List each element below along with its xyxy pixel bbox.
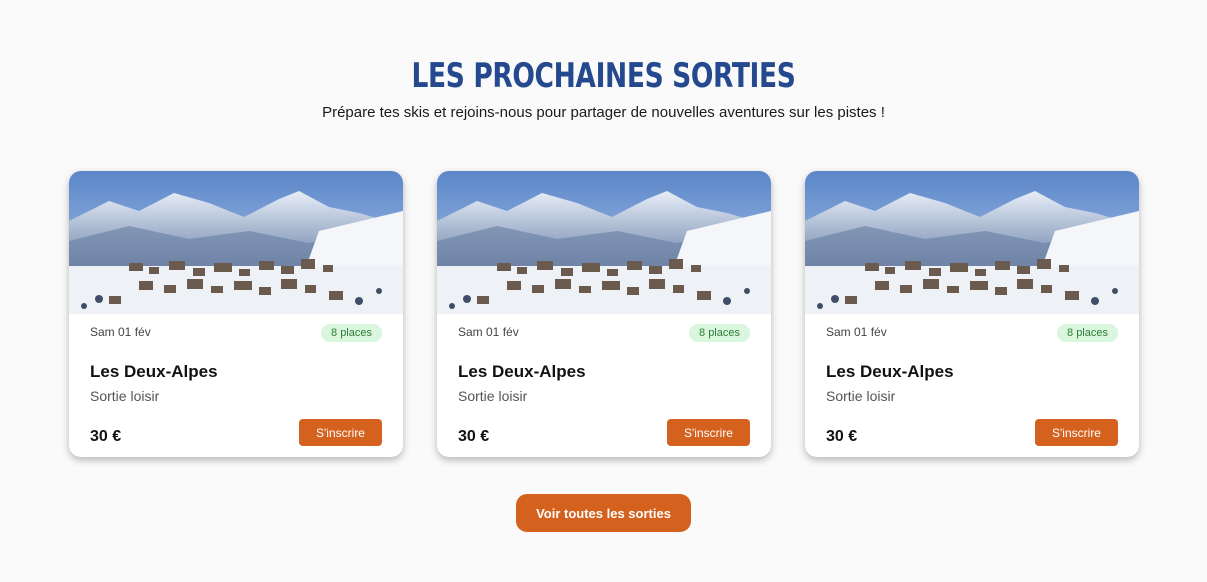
- outing-title: Les Deux-Alpes: [826, 362, 954, 381]
- section-subtitle: Prépare tes skis et rejoins-nous pour pa…: [322, 104, 885, 121]
- outing-date: Sam 01 fév: [826, 325, 887, 339]
- outing-card: Sam 01 fév 8 places Les Deux-Alpes Sorti…: [437, 171, 771, 457]
- see-all-outings-button[interactable]: Voir toutes les sorties: [516, 494, 691, 532]
- outing-type: Sortie loisir: [90, 388, 160, 404]
- outings-card-list: Sam 01 fév 8 places Les Deux-Alpes Sorti…: [69, 171, 1139, 457]
- outing-date: Sam 01 fév: [458, 325, 519, 339]
- outing-price: 30 €: [458, 428, 490, 445]
- mountain-village-image: [805, 171, 1139, 314]
- outing-card: Sam 01 fév 8 places Les Deux-Alpes Sorti…: [805, 171, 1139, 457]
- places-badge: 8 places: [1057, 324, 1118, 342]
- section-title: LES PROCHAINES SORTIES: [411, 56, 796, 96]
- outing-title: Les Deux-Alpes: [90, 362, 218, 381]
- outing-type: Sortie loisir: [826, 388, 896, 404]
- places-badge: 8 places: [689, 324, 750, 342]
- signup-button[interactable]: S'inscrire: [299, 419, 382, 446]
- mountain-village-image: [437, 171, 771, 314]
- outing-card: Sam 01 fév 8 places Les Deux-Alpes Sorti…: [69, 171, 403, 457]
- outing-type: Sortie loisir: [458, 388, 528, 404]
- places-badge: 8 places: [321, 324, 382, 342]
- outing-price: 30 €: [826, 428, 858, 445]
- signup-button[interactable]: S'inscrire: [667, 419, 750, 446]
- outing-price: 30 €: [90, 428, 122, 445]
- outing-date: Sam 01 fév: [90, 325, 151, 339]
- signup-button[interactable]: S'inscrire: [1035, 419, 1118, 446]
- mountain-village-image: [69, 171, 403, 314]
- outing-title: Les Deux-Alpes: [458, 362, 586, 381]
